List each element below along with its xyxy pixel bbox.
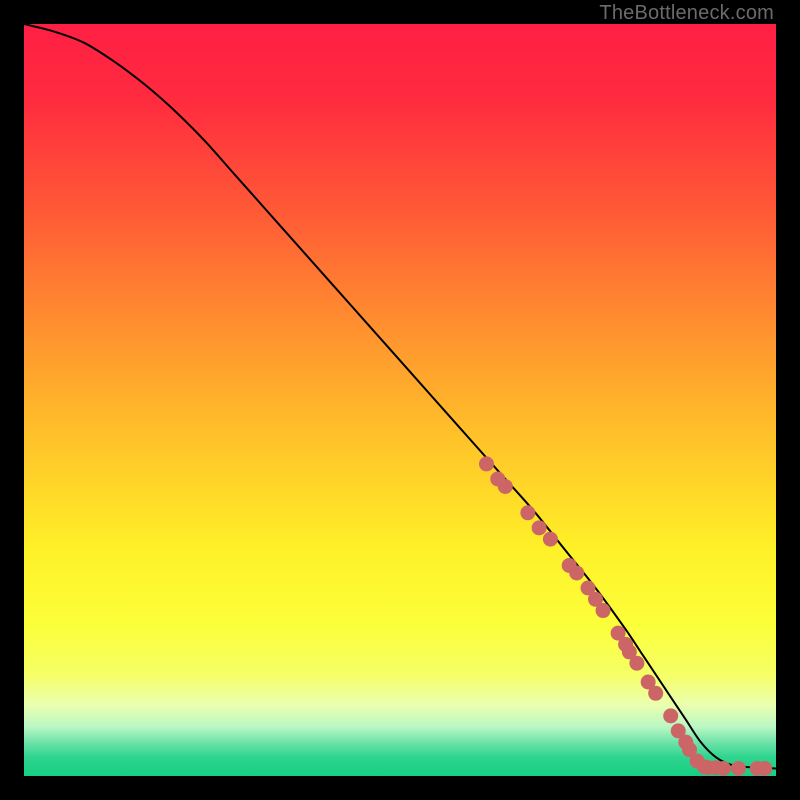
chart-frame [24, 24, 776, 776]
marker-dot [648, 686, 663, 701]
marker-dot [716, 761, 731, 776]
marker-dot [569, 565, 584, 580]
marker-dot [629, 656, 644, 671]
watermark-text: TheBottleneck.com [599, 2, 774, 25]
chart-svg [24, 24, 776, 776]
marker-dot [498, 479, 513, 494]
marker-dot [520, 505, 535, 520]
chart-background [24, 24, 776, 776]
marker-dot [757, 761, 772, 776]
marker-dot [532, 520, 547, 535]
marker-dot [731, 761, 746, 776]
marker-dot [663, 708, 678, 723]
marker-dot [479, 456, 494, 471]
marker-dot [596, 603, 611, 618]
marker-dot [543, 532, 558, 547]
